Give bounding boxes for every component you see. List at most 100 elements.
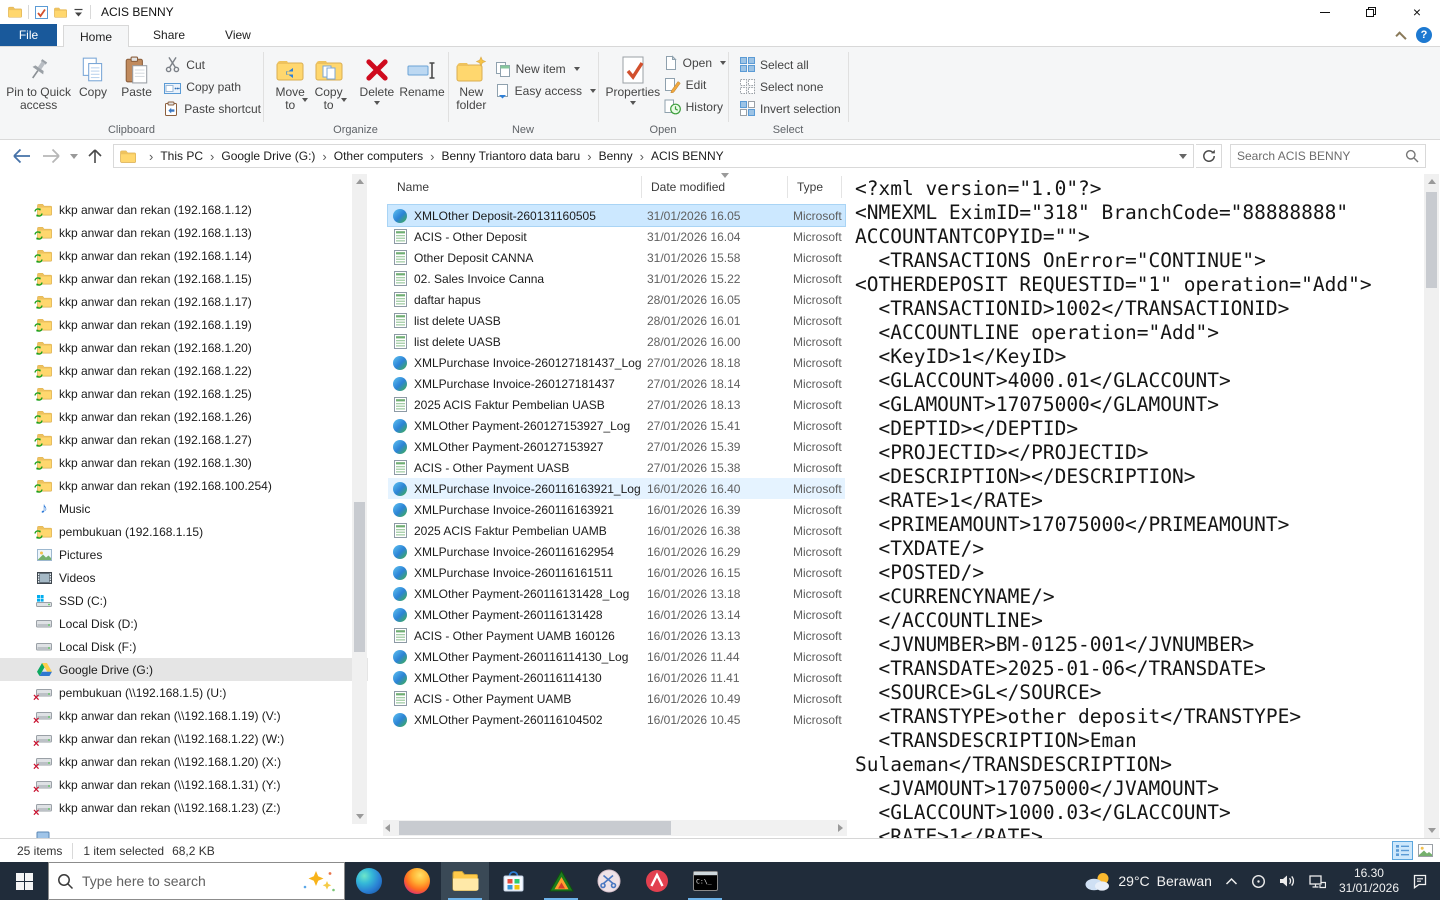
- file-row[interactable]: Other Deposit CANNA 31/01/2026 15.58 Mic…: [388, 247, 845, 268]
- scroll-up-arrow[interactable]: [1424, 174, 1439, 189]
- sidebar-item[interactable]: × kkp anwar dan rekan (\\192.168.1.19) (…: [0, 704, 368, 727]
- copy-to-button[interactable]: Copy to: [309, 52, 347, 105]
- tab-view[interactable]: View: [209, 24, 267, 46]
- edit-button[interactable]: Edit: [664, 76, 726, 93]
- scroll-left-arrow[interactable]: [385, 824, 390, 832]
- taskbar-app-app-red[interactable]: [633, 862, 681, 900]
- sidebar-item[interactable]: kkp anwar dan rekan (192.168.1.15): [0, 267, 368, 290]
- file-row[interactable]: XMLOther Payment-260116104502 16/01/2026…: [388, 709, 845, 730]
- pin-to-quick-access-button[interactable]: Pin to Quick access: [6, 52, 71, 117]
- breadcrumb-item[interactable]: Google Drive (G:): [221, 149, 315, 163]
- address-bar[interactable]: › This PC › Google Drive (G:) › Other co…: [113, 144, 1194, 168]
- sidebar-item[interactable]: × kkp anwar dan rekan (\\192.168.1.20) (…: [0, 750, 368, 773]
- sidebar-item[interactable]: × pembukuan (\\192.168.1.5) (U:): [0, 681, 368, 704]
- preview-scrollbar[interactable]: [1424, 174, 1439, 838]
- sidebar-item[interactable]: SSD (C:): [0, 589, 368, 612]
- sidebar-item[interactable]: × kkp anwar dan rekan (\\192.168.1.23) (…: [0, 796, 368, 819]
- search-highlights-icon[interactable]: [300, 869, 336, 893]
- breadcrumb-item[interactable]: Other computers: [334, 149, 423, 163]
- taskbar-search-input[interactable]: [82, 873, 292, 889]
- clock[interactable]: 16.30 31/01/2026: [1339, 866, 1399, 896]
- open-button[interactable]: Open: [664, 54, 726, 71]
- select-all-button[interactable]: Select all: [740, 56, 848, 73]
- properties-quick-icon[interactable]: [35, 6, 48, 19]
- close-button[interactable]: ×: [1394, 0, 1440, 24]
- taskbar-app-app-green[interactable]: [537, 862, 585, 900]
- file-row[interactable]: 2025 ACIS Faktur Pembelian UAMB 16/01/20…: [388, 520, 845, 541]
- sidebar-item[interactable]: kkp anwar dan rekan (192.168.1.26): [0, 405, 368, 428]
- address-dropdown-icon[interactable]: [1179, 154, 1187, 159]
- refresh-button[interactable]: [1196, 144, 1222, 168]
- scrollbar-thumb[interactable]: [1426, 192, 1437, 288]
- sidebar-item[interactable]: kkp anwar dan rekan (192.168.1.25): [0, 382, 368, 405]
- paste-button[interactable]: Paste: [115, 52, 159, 117]
- file-row[interactable]: ACIS - Other Payment UAMB 16/01/2026 10.…: [388, 688, 845, 709]
- scroll-up-arrow[interactable]: [352, 174, 367, 189]
- sidebar-item[interactable]: kkp anwar dan rekan (192.168.1.20): [0, 336, 368, 359]
- network-icon[interactable]: [1309, 874, 1326, 889]
- search-input[interactable]: [1237, 149, 1405, 163]
- sidebar-item[interactable]: × kkp anwar dan rekan (\\192.168.1.22) (…: [0, 727, 368, 750]
- taskbar-app-edge[interactable]: [345, 862, 393, 900]
- file-row[interactable]: XMLPurchase Invoice-260127181437 27/01/2…: [388, 373, 845, 394]
- file-row[interactable]: list delete UASB 28/01/2026 16.01 Micros…: [388, 310, 845, 331]
- file-row[interactable]: ACIS - Other Payment UASB 27/01/2026 15.…: [388, 457, 845, 478]
- action-center-icon[interactable]: [1412, 873, 1428, 889]
- weather-widget[interactable]: 29°C Berawan: [1084, 871, 1212, 892]
- file-row[interactable]: XMLPurchase Invoice-260116163921_Log 16/…: [388, 478, 845, 499]
- taskbar-app-app-pale[interactable]: [585, 862, 633, 900]
- scrollbar-thumb[interactable]: [354, 502, 365, 652]
- large-icons-view-button[interactable]: [1415, 841, 1436, 860]
- file-row[interactable]: XMLOther Payment-260127153927 27/01/2026…: [388, 436, 845, 457]
- sidebar-item[interactable]: Videos: [0, 566, 368, 589]
- copy-button[interactable]: Copy: [71, 52, 115, 117]
- sidebar-item[interactable]: kkp anwar dan rekan (192.168.100.254): [0, 474, 368, 497]
- taskbar-app-store[interactable]: [489, 862, 537, 900]
- details-view-button[interactable]: [1392, 841, 1413, 860]
- new-item-button[interactable]: New item: [495, 60, 596, 77]
- file-row[interactable]: XMLPurchase Invoice-260116163921 16/01/2…: [388, 499, 845, 520]
- file-row[interactable]: XMLOther Payment-260116114130_Log 16/01/…: [388, 646, 845, 667]
- volume-icon[interactable]: [1279, 874, 1296, 888]
- sidebar-item[interactable]: kkp anwar dan rekan (192.168.1.30): [0, 451, 368, 474]
- new-folder-button[interactable]: New folder: [454, 52, 489, 112]
- forward-button[interactable]: [41, 147, 61, 165]
- copy-path-button[interactable]: Copy path: [164, 78, 261, 95]
- column-header-date-modified[interactable]: Date modified: [651, 180, 725, 194]
- invert-selection-button[interactable]: Invert selection: [740, 100, 848, 117]
- help-icon[interactable]: ?: [1416, 27, 1432, 43]
- move-to-button[interactable]: Move to: [271, 52, 309, 105]
- back-button[interactable]: [12, 147, 32, 165]
- show-hidden-icons-icon[interactable]: [1225, 877, 1238, 886]
- tray-app-icon[interactable]: [1251, 874, 1266, 889]
- taskbar-search[interactable]: [48, 862, 345, 900]
- file-row[interactable]: XMLPurchase Invoice-260116162954 16/01/2…: [388, 541, 845, 562]
- sidebar-item[interactable]: kkp anwar dan rekan (192.168.1.27): [0, 428, 368, 451]
- start-button[interactable]: [0, 862, 48, 900]
- file-row[interactable]: ACIS - Other Payment UAMB 160126 16/01/2…: [388, 625, 845, 646]
- customize-toolbar-icon[interactable]: [73, 8, 84, 17]
- sidebar-item[interactable]: × kkp anwar dan rekan (\\192.168.1.31) (…: [0, 773, 368, 796]
- history-button[interactable]: History: [664, 98, 726, 115]
- breadcrumb-item[interactable]: ACIS BENNY: [651, 149, 724, 163]
- sidebar-item[interactable]: kkp anwar dan rekan (192.168.1.17): [0, 290, 368, 313]
- column-header-type[interactable]: Type: [797, 180, 823, 194]
- scroll-right-arrow[interactable]: [838, 824, 843, 832]
- sidebar-item[interactable]: kkp anwar dan rekan (192.168.1.13): [0, 221, 368, 244]
- file-row[interactable]: XMLOther Payment-260127153927_Log 27/01/…: [388, 415, 845, 436]
- sidebar-item[interactable]: kkp anwar dan rekan (192.168.1.14): [0, 244, 368, 267]
- file-row[interactable]: XMLOther Deposit-260131160505 31/01/2026…: [388, 205, 845, 226]
- tab-share[interactable]: Share: [137, 24, 201, 46]
- file-row[interactable]: XMLOther Payment-260116131428_Log 16/01/…: [388, 583, 845, 604]
- file-row[interactable]: daftar hapus 28/01/2026 16.05 Microsoft: [388, 289, 845, 310]
- sidebar-item[interactable]: Pictures: [0, 543, 368, 566]
- file-row[interactable]: XMLOther Payment-260116114130 16/01/2026…: [388, 667, 845, 688]
- select-none-button[interactable]: Select none: [740, 78, 848, 95]
- sidebar-item-partial[interactable]: [36, 831, 50, 838]
- sidebar-item[interactable]: Local Disk (F:): [0, 635, 368, 658]
- paste-shortcut-button[interactable]: Paste shortcut: [164, 100, 261, 117]
- breadcrumb-item[interactable]: Benny Triantoro data baru: [441, 149, 580, 163]
- properties-button[interactable]: Properties: [604, 52, 662, 115]
- taskbar-app-explorer[interactable]: [441, 862, 489, 900]
- breadcrumb-item[interactable]: Benny: [599, 149, 633, 163]
